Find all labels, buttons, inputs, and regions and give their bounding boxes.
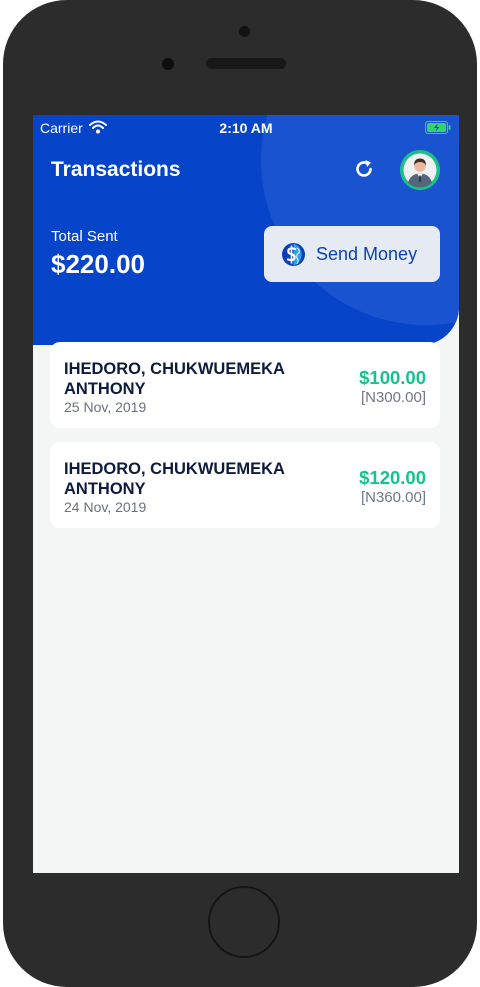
volume-up-button xyxy=(3,196,9,258)
app-screen: Carrier 2:10 AM Transactions Total Sent … xyxy=(33,115,459,873)
phone-frame: Carrier 2:10 AM Transactions Total Sent … xyxy=(3,0,477,987)
home-button[interactable] xyxy=(208,886,280,958)
transaction-card[interactable]: IHEDORO, CHUKWUEMEKA ANTHONY 25 Nov, 201… xyxy=(50,342,440,428)
status-bar: Carrier 2:10 AM xyxy=(33,115,459,141)
send-money-button[interactable]: Send Money xyxy=(264,226,440,282)
status-time: 2:10 AM xyxy=(219,120,273,136)
front-camera xyxy=(239,26,250,37)
local-amount: [N300.00] xyxy=(360,389,426,406)
transaction-amount: $120.00 xyxy=(359,467,426,488)
transaction-date: 25 Nov, 2019 xyxy=(64,399,147,415)
battery-charging-icon xyxy=(425,121,451,134)
local-amount: [N360.00] xyxy=(360,489,426,506)
mute-switch xyxy=(3,128,9,162)
proximity-sensor xyxy=(162,58,174,70)
transaction-date: 24 Nov, 2019 xyxy=(64,499,147,515)
recipient-name: IHEDORO, CHUKWUEMEKA ANTHONY xyxy=(64,360,285,398)
user-avatar-icon[interactable] xyxy=(400,150,440,190)
header: Carrier 2:10 AM Transactions Total Sent … xyxy=(33,115,459,345)
total-sent-value: $220.00 xyxy=(51,249,145,279)
refresh-icon[interactable] xyxy=(353,158,375,180)
transaction-amount: $100.00 xyxy=(359,367,426,388)
total-sent-label: Total Sent xyxy=(51,228,118,245)
globe-dollar-icon xyxy=(282,243,305,266)
volume-down-button xyxy=(3,276,9,338)
page-title: Transactions xyxy=(51,158,181,181)
recipient-name: IHEDORO, CHUKWUEMEKA ANTHONY xyxy=(64,460,285,498)
send-money-label: Send Money xyxy=(316,244,418,264)
transaction-card[interactable]: IHEDORO, CHUKWUEMEKA ANTHONY 24 Nov, 201… xyxy=(50,442,440,528)
header-decoration xyxy=(261,115,459,325)
earpiece-speaker xyxy=(206,58,286,69)
